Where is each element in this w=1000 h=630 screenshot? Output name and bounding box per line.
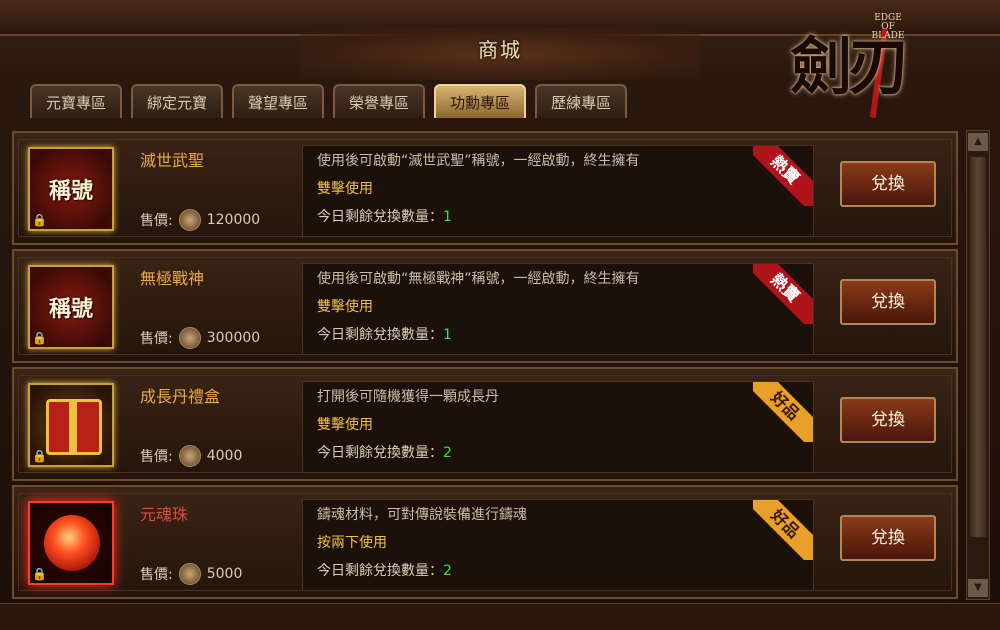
tab-yuanbao[interactable]: 元寶專區	[30, 84, 123, 118]
list-item: 稱號 🔒 滅世武聖 售價: 120000 使用後可啟動“滅世武聖”稱號，一經啟動…	[12, 131, 958, 245]
lock-icon: 🔒	[32, 449, 47, 463]
merit-coin-icon	[178, 209, 201, 231]
gift-box-icon[interactable]: 🔒	[28, 383, 114, 467]
item-usage: 按兩下使用	[317, 535, 387, 551]
exchange-button[interactable]: 兌換	[840, 515, 936, 561]
item-usage: 雙擊使用	[317, 417, 373, 433]
list-item: 稱號 🔒 無極戰神 售價: 300000 使用後可啟動“無極戰神”稱號，一經啟動…	[12, 249, 958, 363]
tab-honor[interactable]: 榮譽專區	[333, 84, 426, 118]
merit-coin-icon	[178, 445, 201, 467]
tab-bound-yuanbao[interactable]: 綁定元寶	[131, 84, 224, 118]
item-name: 元魂珠	[140, 505, 189, 524]
exchange-button[interactable]: 兌換	[840, 397, 936, 443]
remaining-count: 今日剩餘兌換數量：1	[317, 327, 452, 343]
hot-sale-ribbon: 熱賣	[753, 264, 813, 324]
item-description-box: 使用後可啟動“無極戰神”稱號，一經啟動，終生擁有 雙擊使用 今日剩餘兌換數量：1…	[302, 263, 814, 355]
title-badge-icon[interactable]: 稱號 🔒	[28, 265, 114, 349]
item-description: 使用後可啟動“滅世武聖”稱號，一經啟動，終生擁有	[317, 153, 640, 169]
exchange-button[interactable]: 兌換	[840, 279, 936, 325]
lock-icon: 🔒	[32, 213, 47, 227]
item-usage: 雙擊使用	[317, 181, 373, 197]
logo-subtitle: EDGE OF BLADE	[871, 13, 905, 41]
tab-reputation[interactable]: 聲望專區	[232, 84, 325, 118]
bottom-frame	[0, 603, 1000, 630]
title-badge-icon[interactable]: 稱號 🔒	[28, 147, 114, 231]
exchange-button[interactable]: 兌換	[840, 161, 936, 207]
remaining-count: 今日剩餘兌換數量：2	[317, 445, 452, 461]
remaining-count: 今日剩餘兌換數量：1	[317, 209, 452, 225]
lock-icon: 🔒	[32, 567, 47, 581]
item-description-box: 使用後可啟動“滅世武聖”稱號，一經啟動，終生擁有 雙擊使用 今日剩餘兌換數量：1…	[302, 145, 814, 237]
hot-sale-ribbon: 熱賣	[753, 146, 813, 206]
lock-icon: 🔒	[32, 331, 47, 345]
item-price: 售價: 5000	[140, 563, 242, 585]
game-logo: 劍刃 EDGE OF BLADE	[780, 8, 990, 118]
item-description: 打開後可隨機獲得一顆成長丹	[317, 389, 499, 405]
scroll-down-icon[interactable]: ▼	[968, 579, 988, 597]
item-name: 無極戰神	[140, 269, 205, 288]
item-name: 滅世武聖	[140, 151, 205, 170]
item-description-box: 鑄魂材料，可對傳說裝備進行鑄魂 按兩下使用 今日剩餘兌換數量：2 好品	[302, 499, 814, 591]
scroll-thumb[interactable]	[970, 157, 986, 537]
scrollbar[interactable]: ▲ ▼	[966, 130, 990, 600]
remaining-count: 今日剩餘兌換數量：2	[317, 563, 452, 579]
item-description-box: 打開後可隨機獲得一顆成長丹 雙擊使用 今日剩餘兌換數量：2 好品	[302, 381, 814, 473]
item-list: 稱號 🔒 滅世武聖 售價: 120000 使用後可啟動“滅世武聖”稱號，一經啟動…	[10, 123, 960, 603]
list-item: 🔒 成長丹禮盒 售價: 4000 打開後可隨機獲得一顆成長丹 雙擊使用 今日剩餘…	[12, 367, 958, 481]
soul-orb-icon[interactable]: 🔒	[28, 501, 114, 585]
item-price: 售價: 300000	[140, 327, 260, 349]
tab-bar: 元寶專區 綁定元寶 聲望專區 榮譽專區 功勳專區 歷練專區	[30, 84, 628, 120]
scroll-up-icon[interactable]: ▲	[968, 133, 988, 151]
tab-merit[interactable]: 功勳專區	[434, 84, 527, 118]
item-description: 使用後可啟動“無極戰神”稱號，一經啟動，終生擁有	[317, 271, 640, 287]
good-item-ribbon: 好品	[753, 500, 813, 560]
list-item: 🔒 元魂珠 售價: 5000 鑄魂材料，可對傳說裝備進行鑄魂 按兩下使用 今日剩…	[12, 485, 958, 599]
merit-coin-icon	[178, 327, 201, 349]
item-description: 鑄魂材料，可對傳說裝備進行鑄魂	[317, 507, 527, 523]
item-usage: 雙擊使用	[317, 299, 373, 315]
item-name: 成長丹禮盒	[140, 387, 221, 406]
tab-experience[interactable]: 歷練專區	[535, 84, 628, 118]
good-item-ribbon: 好品	[753, 382, 813, 442]
item-price: 售價: 4000	[140, 445, 242, 467]
item-price: 售價: 120000	[140, 209, 260, 231]
merit-coin-icon	[178, 563, 201, 585]
